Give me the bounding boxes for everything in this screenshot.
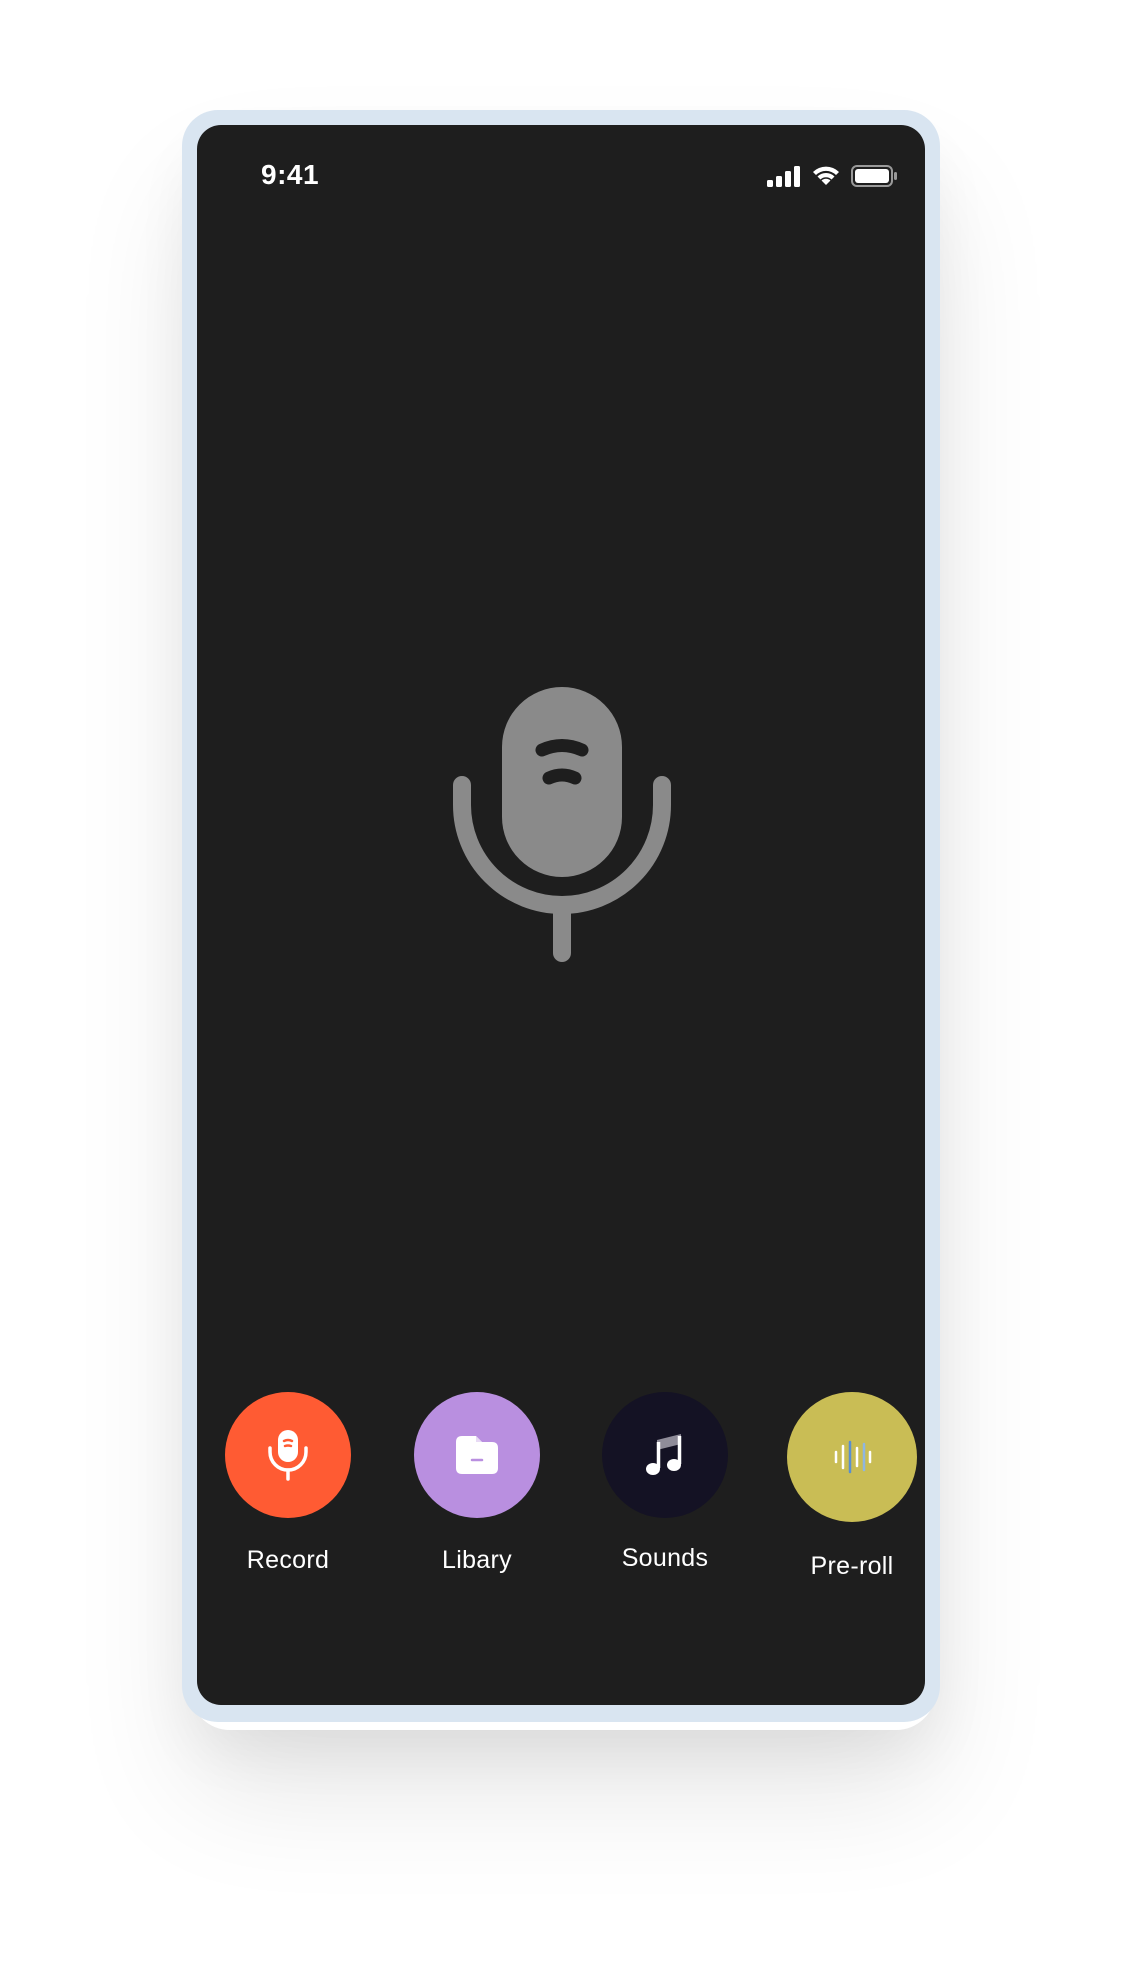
battery-icon	[851, 165, 897, 192]
hero-microphone-icon	[452, 685, 672, 970]
pre-roll-label: Pre-roll	[810, 1552, 894, 1580]
sounds-button[interactable]: Sounds	[590, 1392, 740, 1573]
library-label: Libary	[442, 1546, 512, 1574]
device-frame: 9:41 Record Libary Sounds Pre-roll	[182, 110, 940, 1722]
wifi-icon	[811, 165, 841, 192]
folder-icon	[456, 1436, 498, 1474]
waveform-icon	[834, 1440, 872, 1474]
library-button[interactable]: Libary	[402, 1392, 552, 1575]
sounds-label: Sounds	[621, 1544, 709, 1572]
library-circle[interactable]	[414, 1392, 540, 1518]
record-circle[interactable]	[225, 1392, 351, 1518]
pre-roll-button[interactable]: Pre-roll	[777, 1392, 925, 1581]
status-time: 9:41	[261, 159, 320, 190]
music-note-icon	[646, 1434, 682, 1475]
app-screen: 9:41 Record Libary Sounds Pre-roll	[197, 125, 925, 1705]
record-button[interactable]: Record	[213, 1392, 363, 1575]
status-icons	[767, 165, 897, 192]
pre-roll-circle[interactable]	[787, 1392, 917, 1522]
microphone-icon	[268, 1430, 308, 1481]
sounds-circle[interactable]	[602, 1392, 728, 1518]
cellular-signal-icon	[767, 165, 801, 192]
record-label: Record	[246, 1546, 330, 1574]
